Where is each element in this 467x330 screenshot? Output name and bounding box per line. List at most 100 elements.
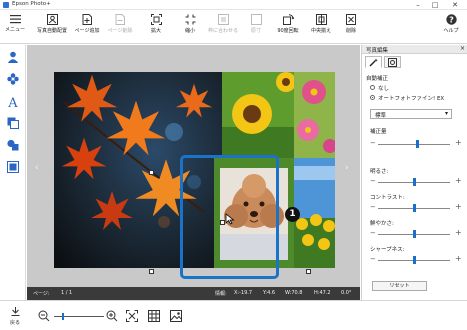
- contrast-slider[interactable]: − +: [370, 202, 462, 212]
- back-button[interactable]: 戻る: [6, 306, 24, 326]
- zoom-in-button[interactable]: 拡大: [144, 14, 168, 42]
- help-button[interactable]: ? ヘルプ: [440, 14, 462, 42]
- shape-tool[interactable]: [5, 138, 21, 152]
- slider-minus-icon[interactable]: −: [370, 139, 376, 147]
- stamp-tool[interactable]: [5, 72, 21, 86]
- info-y: Y:4.6: [263, 290, 276, 296]
- minimize-button[interactable]: –: [411, 0, 425, 10]
- window-title: Epson Photo+: [12, 1, 51, 7]
- slider-minus-icon[interactable]: −: [370, 229, 376, 237]
- flower-stamp-icon: [7, 73, 19, 85]
- left-tool-rail: A: [0, 45, 26, 300]
- photo-sunflower-top[interactable]: [222, 72, 294, 158]
- svg-text:A: A: [7, 96, 18, 108]
- contrast-label: コントラスト:: [370, 195, 405, 201]
- center-align-button[interactable]: 中央揃え: [306, 14, 336, 42]
- resize-handle-top[interactable]: [149, 170, 154, 175]
- toolbar: メニュー 写真自動配置 ページ追加 ページ削除 拡大 縮小 枠に合わせる 原寸 …: [0, 10, 467, 44]
- add-page-button[interactable]: ページ追加: [72, 14, 102, 42]
- zoom-slider-knob[interactable]: [62, 313, 64, 320]
- auto-layout-label: 写真自動配置: [36, 28, 67, 34]
- fit-frame-button[interactable]: 枠に合わせる: [205, 14, 241, 42]
- slider-knob[interactable]: [412, 178, 416, 186]
- dropdown-value: 標準: [375, 113, 387, 119]
- tab-filter[interactable]: [384, 56, 401, 68]
- slider-minus-icon[interactable]: −: [370, 255, 376, 263]
- photo-cosmos[interactable]: [294, 72, 335, 158]
- resize-handle-corner[interactable]: [306, 269, 311, 274]
- prev-page-arrow[interactable]: ‹: [35, 163, 39, 173]
- info-w: W:70.8: [285, 290, 303, 296]
- expand-icon: [150, 14, 162, 25]
- people-tool[interactable]: [5, 50, 21, 64]
- slider-plus-icon[interactable]: +: [455, 138, 462, 147]
- background-tool[interactable]: [5, 160, 21, 174]
- title-bar: Epson Photo+ – □ ✕: [0, 0, 467, 10]
- panel-header: 写真編集 ×: [362, 45, 467, 54]
- svg-text:?: ?: [449, 15, 454, 24]
- zoom-in-label: 拡大: [150, 28, 161, 34]
- menu-button[interactable]: メニュー: [4, 14, 26, 42]
- panel-title: 写真編集: [366, 48, 389, 54]
- zoom-out-icon[interactable]: [38, 310, 50, 322]
- add-page-icon: [82, 14, 92, 25]
- sharpness-slider[interactable]: − +: [370, 254, 462, 264]
- photo-sunflower-field[interactable]: [294, 158, 335, 268]
- slider-plus-icon[interactable]: +: [455, 228, 462, 237]
- move-cursor-icon: [225, 213, 235, 225]
- reset-button[interactable]: リセット: [372, 281, 427, 291]
- delete-icon: [346, 14, 356, 25]
- info-x: X:-19.7: [234, 290, 253, 296]
- delete-page-button[interactable]: ページ削除: [105, 14, 135, 42]
- auto-correct-dropdown[interactable]: 標準 ▾: [370, 109, 452, 119]
- help-icon: ?: [445, 14, 457, 25]
- zoom-in-icon[interactable]: [106, 310, 118, 322]
- brightness-slider[interactable]: − +: [370, 176, 462, 186]
- app-icon: [3, 2, 9, 8]
- slider-knob[interactable]: [412, 256, 416, 264]
- maximize-button[interactable]: □: [428, 0, 442, 10]
- slider-plus-icon[interactable]: +: [455, 176, 462, 185]
- resize-handle-bottom[interactable]: [149, 269, 154, 274]
- delete-button[interactable]: 削除: [340, 14, 362, 42]
- radio-auto-photo-fine[interactable]: [370, 95, 375, 100]
- next-page-arrow[interactable]: ›: [345, 163, 349, 173]
- sunflower-image: [222, 72, 294, 158]
- saturation-slider[interactable]: − +: [370, 228, 462, 238]
- chevron-down-icon: ▾: [444, 110, 448, 117]
- slider-minus-icon[interactable]: −: [370, 177, 376, 185]
- slider-knob[interactable]: [412, 204, 416, 212]
- radio-none[interactable]: [370, 85, 375, 90]
- tab-adjust[interactable]: [365, 56, 382, 68]
- slider-knob[interactable]: [416, 140, 420, 148]
- zoom-out-button[interactable]: 縮小: [178, 14, 202, 42]
- close-button[interactable]: ✕: [448, 0, 462, 10]
- center-align-label: 中央揃え: [310, 28, 331, 34]
- slider-plus-icon[interactable]: +: [455, 202, 462, 211]
- radio-auto-photo-fine-label: オートフォトファイン! EX: [378, 96, 445, 102]
- correction-amount-slider[interactable]: − +: [370, 138, 462, 148]
- add-page-label: ページ追加: [74, 28, 100, 34]
- frame-tool[interactable]: [5, 116, 21, 130]
- info-label: 情報:: [215, 291, 227, 297]
- slider-knob[interactable]: [412, 230, 416, 238]
- slider-plus-icon[interactable]: +: [455, 254, 462, 263]
- slider-track[interactable]: [378, 144, 450, 145]
- correction-amount-label: 補正量: [370, 129, 387, 135]
- background-icon: [7, 161, 19, 173]
- actual-size-button[interactable]: 原寸: [244, 14, 268, 42]
- image-preview-icon[interactable]: [170, 310, 182, 322]
- page-indicator: 1 / 1: [61, 290, 73, 296]
- panel-close-icon[interactable]: ×: [460, 45, 465, 52]
- grid-icon[interactable]: [148, 310, 160, 322]
- back-arrow-icon: [11, 307, 19, 316]
- auto-layout-button[interactable]: 写真自動配置: [34, 14, 70, 42]
- rotate-button[interactable]: 90度回転: [272, 14, 304, 42]
- text-icon: A: [7, 96, 18, 108]
- callout-marker: 1: [285, 207, 300, 222]
- text-tool[interactable]: A: [5, 94, 21, 108]
- delete-label: 削除: [345, 28, 356, 34]
- fit-screen-icon[interactable]: [126, 310, 138, 322]
- slider-minus-icon[interactable]: −: [370, 203, 376, 211]
- auto-correct-heading: 自動補正: [366, 76, 389, 82]
